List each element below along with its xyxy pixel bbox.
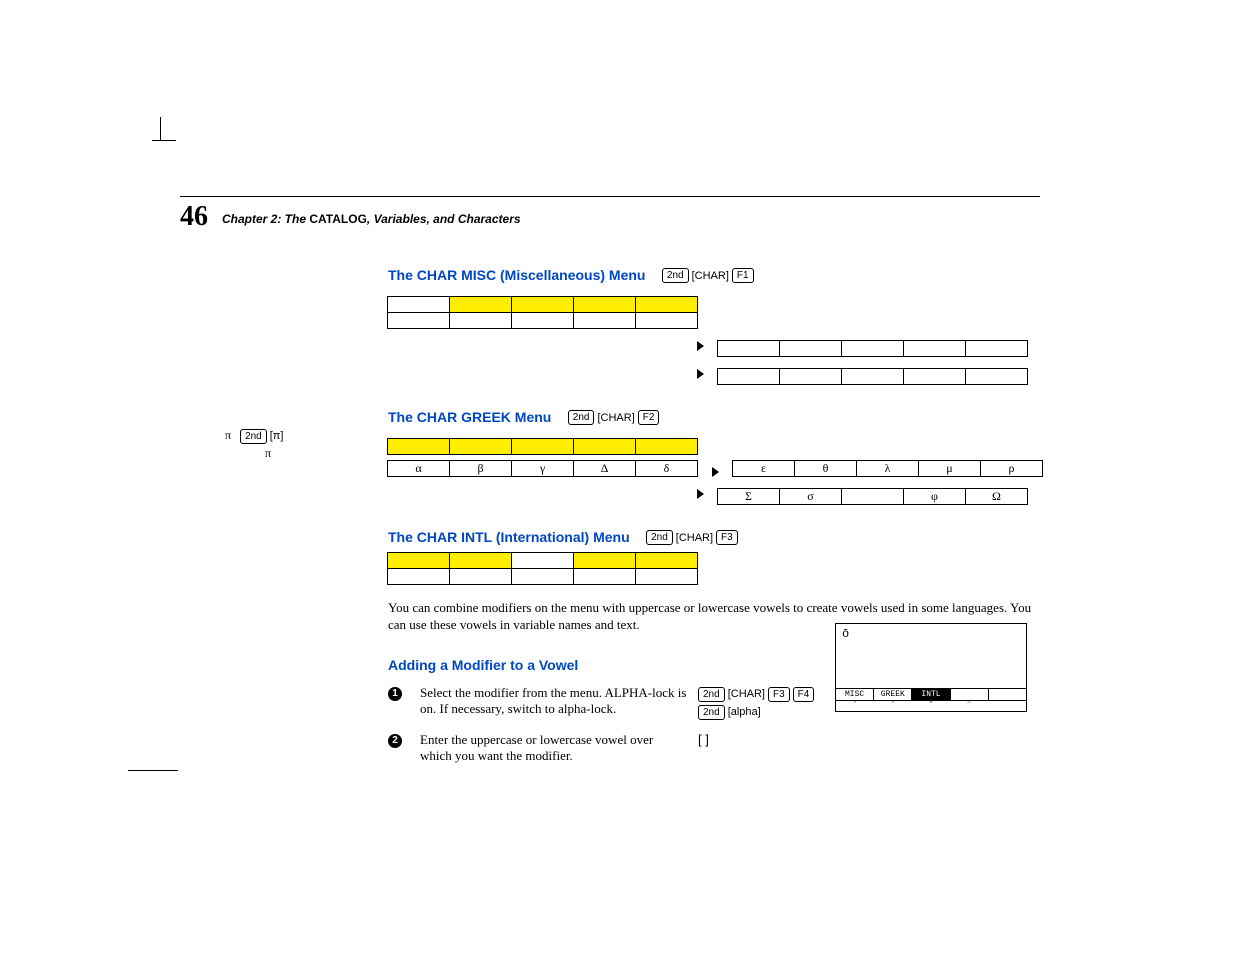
continue-arrow-icon: [697, 369, 704, 379]
calc-sub-row: ´ ` ˆ ¨: [836, 700, 1026, 711]
step-bracket: [ ]: [698, 732, 828, 764]
key-f3: F3: [716, 530, 738, 545]
section-heading: The CHAR MISC (Miscellaneous) Menu: [388, 267, 645, 283]
intl-grid: [388, 553, 1036, 585]
greek-sigma: σ: [779, 488, 842, 505]
section-heading: The CHAR GREEK Menu: [388, 409, 551, 425]
key-char-label: [CHAR]: [676, 532, 713, 544]
calc-menu-greek: GREEK: [874, 689, 912, 700]
greek-beta: β: [449, 460, 512, 477]
greek-delta-cap: Δ: [573, 460, 636, 477]
key-char-label: [CHAR]: [728, 688, 765, 700]
key-2nd: 2nd: [240, 429, 267, 444]
continue-arrow-icon: [712, 467, 719, 477]
key-char-label: [CHAR]: [692, 270, 729, 282]
calc-sub-2: `: [874, 701, 912, 711]
greek-grid-r1: ε θ λ μ ρ: [733, 461, 1043, 477]
greek-sigma-cap: Σ: [717, 488, 780, 505]
greek-lambda: λ: [856, 460, 919, 477]
key-alpha-label: [alpha]: [728, 706, 761, 718]
margin-pi-2: π: [225, 446, 283, 461]
key-sequence: 2nd [CHAR] F2: [568, 410, 660, 425]
chapter-prefix: Chapter 2: The: [222, 212, 309, 226]
calc-menu-5: [989, 689, 1026, 700]
step-keys: 2nd [CHAR] F3 F4 2nd [alpha]: [698, 685, 828, 720]
greek-phi: φ: [903, 488, 966, 505]
greek-empty: [841, 488, 904, 505]
key-sequence: 2nd [CHAR] F3: [646, 530, 738, 545]
chapter-suffix: , Variables, and Characters: [367, 212, 521, 226]
step-number-icon: 2: [388, 734, 402, 748]
chapter-catalog: CATALOG: [309, 212, 367, 226]
greek-delta: δ: [635, 460, 698, 477]
calc-sub-5: [988, 701, 1026, 711]
greek-theta: θ: [794, 460, 857, 477]
calc-display: ō: [836, 624, 1026, 688]
greek-rho: ρ: [980, 460, 1043, 477]
key-2nd: 2nd: [646, 530, 673, 545]
continue-arrow-icon: [697, 489, 704, 499]
section-heading: The CHAR INTL (International) Menu: [388, 529, 630, 545]
key-f4: F4: [793, 687, 815, 702]
greek-grid-top: [388, 439, 698, 455]
chapter-title: Chapter 2: The CATALOG, Variables, and C…: [222, 212, 521, 226]
margin-pi: π: [225, 428, 231, 442]
misc-grid-r2: [718, 369, 1028, 385]
step-text: Enter the uppercase or lowercase vowel o…: [420, 732, 688, 764]
section-intl: The CHAR INTL (International) Menu 2nd […: [388, 529, 1036, 633]
greek-gamma: γ: [511, 460, 574, 477]
greek-mu: μ: [918, 460, 981, 477]
step-text: Select the modifier from the menu. ALPHA…: [420, 685, 688, 720]
key-f1: F1: [732, 268, 754, 283]
calculator-screenshot: ō MISC GREEK INTL ´ ` ˆ ¨: [835, 623, 1027, 712]
section-misc: The CHAR MISC (Miscellaneous) Menu 2nd […: [388, 267, 1036, 385]
section-greek: The CHAR GREEK Menu 2nd [CHAR] F2 α β γ …: [388, 409, 1036, 505]
crop-mark: [128, 770, 178, 795]
page-number: 46: [180, 201, 208, 233]
continue-arrow-icon: [697, 341, 704, 351]
greek-grid-left: α β γ Δ δ: [388, 461, 698, 477]
key-f3: F3: [768, 687, 790, 702]
greek-epsilon: ε: [732, 460, 795, 477]
greek-alpha: α: [387, 460, 450, 477]
calc-menu-misc: MISC: [836, 689, 874, 700]
calc-sub-1: ´: [836, 701, 874, 711]
key-2nd: 2nd: [662, 268, 689, 283]
key-f2: F2: [638, 410, 660, 425]
misc-grid-r1: [718, 341, 1028, 357]
key-2nd: 2nd: [698, 687, 725, 702]
key-2nd: 2nd: [568, 410, 595, 425]
calc-menu-intl: INTL: [912, 689, 950, 700]
calc-menu-4: [951, 689, 989, 700]
calc-menu-row: MISC GREEK INTL: [836, 688, 1026, 700]
margin-note: π 2nd [π] π: [225, 428, 283, 461]
misc-grid-left: [388, 297, 698, 329]
calc-sub-3: ˆ: [912, 701, 950, 711]
section-heading: Adding a Modifier to a Vowel: [388, 657, 578, 673]
step-row: 2 Enter the uppercase or lowercase vowel…: [388, 732, 1036, 764]
greek-grid-r2: Σ σ φ Ω: [718, 489, 1028, 505]
key-2nd: 2nd: [698, 705, 725, 720]
crop-mark: [152, 140, 176, 165]
key-sequence: 2nd [CHAR] F1: [662, 268, 754, 283]
key-pi-label: [π]: [270, 430, 284, 442]
greek-omega-cap: Ω: [965, 488, 1028, 505]
running-header: 46 Chapter 2: The CATALOG, Variables, an…: [180, 199, 1040, 231]
step-number-icon: 1: [388, 687, 402, 701]
calc-sub-4: ¨: [950, 701, 988, 711]
key-char-label: [CHAR]: [597, 412, 634, 424]
header-rule: [180, 196, 1040, 197]
